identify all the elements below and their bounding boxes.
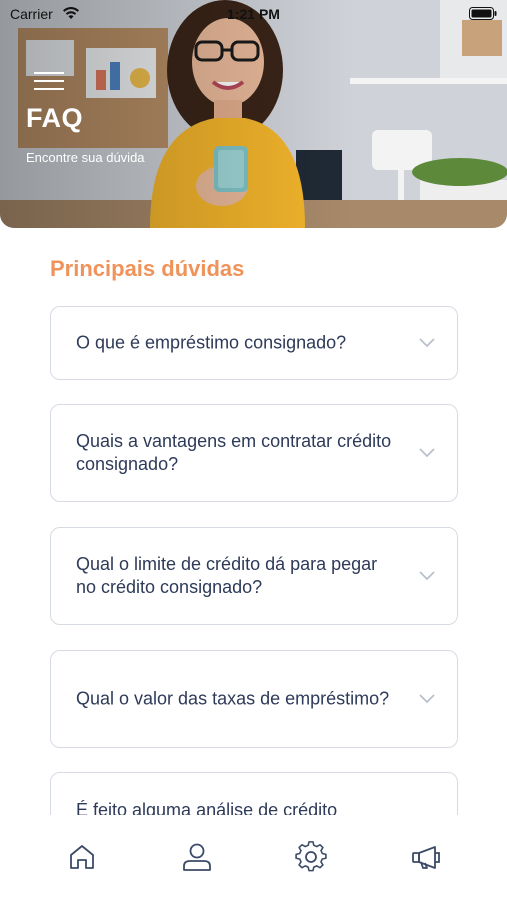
- faq-question: É feito alguma análise de crédito: [76, 800, 338, 815]
- faq-item[interactable]: O que é empréstimo consignado?: [50, 306, 458, 380]
- faq-question: O que é empréstimo consignado?: [76, 332, 347, 353]
- megaphone-icon: [412, 846, 440, 869]
- chevron-down-icon: [419, 448, 435, 458]
- chevron-down-icon: [419, 571, 435, 581]
- status-time: 1:21 PM: [227, 6, 280, 22]
- nav-settings[interactable]: [295, 841, 327, 873]
- page-subtitle: Encontre sua dúvida: [26, 150, 145, 165]
- battery-icon: [469, 7, 497, 20]
- gear-icon: [295, 841, 327, 872]
- nav-announcements[interactable]: [410, 841, 442, 873]
- nav-home[interactable]: [66, 841, 98, 873]
- header-banner: Carrier 1:21 PM FAQ Encontre sua dúvida: [0, 0, 507, 228]
- faq-item[interactable]: Quais a vantagens em contratar crédito c…: [50, 404, 458, 502]
- page-title: FAQ: [26, 103, 84, 133]
- chevron-down-icon: [419, 338, 435, 348]
- nav-profile[interactable]: [181, 841, 213, 873]
- faq-item[interactable]: É feito alguma análise de crédito: [50, 772, 458, 815]
- faq-content: Principais dúvidas O que é empréstimo co…: [0, 228, 507, 815]
- user-icon: [183, 843, 211, 871]
- status-bar: Carrier 1:21 PM: [0, 0, 507, 28]
- faq-question: Qual o valor das taxas de empréstimo?: [76, 688, 390, 709]
- faq-item[interactable]: Qual o valor das taxas de empréstimo?: [50, 650, 458, 748]
- chevron-down-icon: [419, 694, 435, 704]
- hamburger-menu-icon[interactable]: [34, 72, 64, 90]
- faq-question: Quais a vantagens em contratar crédito c…: [76, 431, 392, 474]
- faq-question: Qual o limite de crédito dá para pegar n…: [76, 554, 378, 597]
- home-icon: [70, 845, 94, 869]
- section-title: Principais dúvidas: [50, 256, 245, 281]
- bottom-navigation: [0, 815, 507, 900]
- faq-item[interactable]: Qual o limite de crédito dá para pegar n…: [50, 527, 458, 625]
